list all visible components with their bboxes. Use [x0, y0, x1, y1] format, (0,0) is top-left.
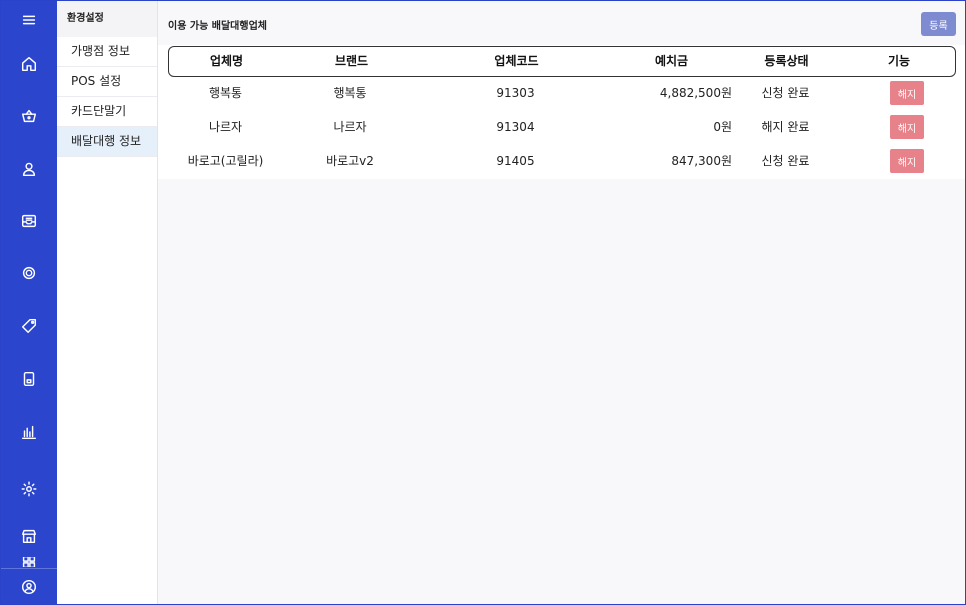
- delivery-agency-table: 업체명 브랜드 업체코드 예치금 등록상태 기능 행복통 행복통 91303 4…: [158, 45, 965, 179]
- submenu-item-delivery-agency[interactable]: 배달대행 정보: [57, 127, 157, 157]
- table-row: 행복통 행복통 91303 4,882,500원 신청 완료 해지: [168, 76, 956, 110]
- rail-divider: [1, 568, 57, 569]
- cell-status: 신청 완료: [761, 154, 810, 168]
- store-icon[interactable]: [19, 526, 39, 546]
- column-header-action: 기능: [887, 54, 911, 68]
- column-header-company: 업체명: [209, 54, 244, 68]
- cancel-button[interactable]: 해지: [890, 81, 924, 105]
- profile-icon[interactable]: [19, 577, 39, 597]
- target-icon[interactable]: [19, 263, 39, 283]
- grid-icon[interactable]: [19, 557, 39, 567]
- submenu-item-pos-settings[interactable]: POS 설정: [57, 67, 157, 97]
- cell-code: 91405: [496, 154, 535, 168]
- submenu-header: 환경설정: [57, 1, 157, 37]
- menu-icon[interactable]: [19, 10, 39, 30]
- inbox-icon[interactable]: [19, 211, 39, 231]
- page-title: 이용 가능 배달대행업체: [168, 21, 267, 32]
- cell-brand: 나르자: [333, 120, 367, 134]
- register-button[interactable]: 등록: [921, 12, 956, 36]
- tag-icon[interactable]: [19, 316, 39, 336]
- content-header: 이용 가능 배달대행업체 등록: [158, 1, 965, 45]
- cell-status: 신청 완료: [761, 86, 810, 100]
- column-header-brand: 브랜드: [334, 54, 369, 68]
- cell-deposit: 0원: [713, 120, 732, 134]
- nav-rail: [1, 1, 57, 604]
- basket-icon[interactable]: [19, 106, 39, 126]
- cell-deposit: 847,300원: [671, 154, 732, 168]
- bar-chart-icon[interactable]: [19, 422, 39, 442]
- cell-company: 바로고(고릴라): [187, 154, 264, 168]
- cell-company: 행복통: [208, 86, 243, 100]
- cell-code: 91304: [496, 120, 535, 134]
- submenu-item-card-terminal[interactable]: 카드단말기: [57, 97, 157, 127]
- cancel-button[interactable]: 해지: [890, 149, 924, 173]
- table-row: 바로고(고릴라) 바로고v2 91405 847,300원 신청 완료 해지: [168, 144, 956, 178]
- tablet-icon[interactable]: [19, 369, 39, 389]
- settings-submenu: 환경설정 가맹점 정보 POS 설정 카드단말기 배달대행 정보: [57, 1, 158, 604]
- cell-code: 91303: [496, 86, 535, 100]
- table-header: 업체명 브랜드 업체코드 예치금 등록상태 기능: [168, 46, 956, 77]
- column-header-code: 업체코드: [494, 54, 539, 68]
- app-frame: 환경설정 가맹점 정보 POS 설정 카드단말기 배달대행 정보 이용 가능 배…: [0, 0, 966, 605]
- submenu-item-store-info[interactable]: 가맹점 정보: [57, 37, 157, 67]
- cell-brand: 바로고v2: [326, 154, 374, 168]
- table-row: 나르자 나르자 91304 0원 해지 완료 해지: [168, 110, 956, 144]
- home-icon[interactable]: [19, 54, 39, 74]
- main-content: 이용 가능 배달대행업체 등록 업체명 브랜드 업체코드 예치금 등록상태 기능…: [158, 1, 965, 604]
- cancel-button[interactable]: 해지: [890, 115, 924, 139]
- column-header-status: 등록상태: [764, 54, 809, 68]
- cell-deposit: 4,882,500원: [659, 86, 732, 100]
- user-icon[interactable]: [19, 159, 39, 179]
- cell-company: 나르자: [208, 120, 243, 134]
- cell-brand: 행복통: [333, 86, 367, 100]
- column-header-deposit: 예치금: [654, 54, 689, 68]
- settings-icon[interactable]: [19, 479, 39, 499]
- cell-status: 해지 완료: [761, 120, 810, 134]
